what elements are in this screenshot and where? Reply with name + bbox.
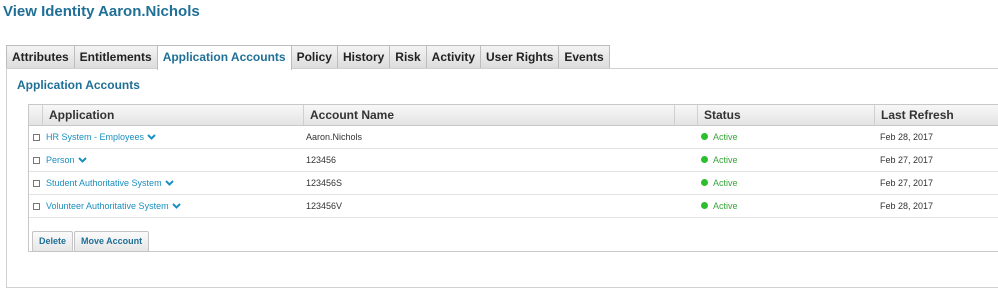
accounts-table: Application Account Name Status Last Ref… [28, 104, 998, 252]
tab-user-rights[interactable]: User Rights [480, 45, 560, 68]
account-name-cell: 123456 [306, 155, 337, 165]
application-cell: HR System - Employees [46, 126, 156, 148]
status-dot-icon [701, 201, 708, 209]
select-all-column [29, 105, 42, 125]
account-name-cell: Aaron.Nichols [306, 132, 363, 142]
status-cell: Active [701, 195, 738, 217]
tab-policy[interactable]: Policy [290, 45, 338, 68]
status-cell: Active [701, 172, 738, 194]
chevron-down-icon[interactable] [164, 172, 174, 194]
application-cell: Volunteer Authoritative System [46, 195, 181, 217]
row-checkbox[interactable] [33, 157, 40, 164]
application-cell: Person [46, 149, 87, 171]
table-row: Person 123456 Active Feb 27, 2017 [29, 149, 998, 172]
status-text: Active [713, 155, 738, 165]
table-row: Student Authoritative System 123456S Act… [29, 172, 998, 195]
last-refresh-cell: Feb 27, 2017 [880, 155, 934, 165]
column-header-application[interactable]: Application [42, 105, 303, 125]
page-title: View Identity Aaron.Nichols [3, 3, 200, 20]
status-cell: Active [701, 126, 738, 148]
application-link[interactable]: HR System - Employees [46, 132, 144, 142]
status-dot-icon [701, 155, 708, 163]
section-title: Application Accounts [17, 78, 140, 92]
tab-activity[interactable]: Activity [425, 45, 482, 68]
status-dot-icon [701, 178, 708, 186]
chevron-down-icon[interactable] [77, 149, 87, 171]
tab-application-accounts[interactable]: Application Accounts [156, 45, 292, 70]
last-refresh-cell: Feb 28, 2017 [880, 201, 934, 211]
table-row: HR System - Employees Aaron.Nichols Acti… [29, 126, 998, 149]
tab-history[interactable]: History [336, 45, 391, 68]
column-header-status[interactable]: Status [697, 105, 874, 125]
application-link[interactable]: Person [46, 155, 75, 165]
status-text: Active [713, 178, 738, 188]
move-account-button[interactable]: Move Account [74, 231, 150, 252]
tab-events[interactable]: Events [558, 45, 610, 68]
chevron-down-icon[interactable] [147, 126, 156, 148]
account-name-cell: 123456V [306, 201, 343, 211]
application-link[interactable]: Volunteer Authoritative System [46, 201, 169, 211]
column-header-account-name[interactable]: Account Name [303, 105, 674, 125]
status-text: Active [713, 201, 738, 211]
column-header-last-refresh[interactable]: Last Refresh [874, 105, 998, 125]
last-refresh-cell: Feb 28, 2017 [880, 132, 934, 142]
tab-risk[interactable]: Risk [389, 45, 427, 68]
column-header-spacer [674, 105, 697, 125]
tab-attributes[interactable]: Attributes [6, 45, 75, 68]
chevron-down-icon[interactable] [171, 195, 181, 217]
status-dot-icon [701, 132, 708, 140]
row-checkbox[interactable] [33, 180, 40, 187]
tab-panel: Application Accounts Application Account… [6, 68, 998, 288]
row-checkbox[interactable] [33, 203, 40, 210]
tab-entitlements[interactable]: Entitlements [73, 45, 158, 68]
table-row: Volunteer Authoritative System 123456V A… [29, 195, 998, 218]
application-cell: Student Authoritative System [46, 172, 174, 194]
table-header: Application Account Name Status Last Ref… [29, 105, 998, 126]
tab-bar: Attributes Entitlements Application Acco… [6, 45, 610, 70]
application-link[interactable]: Student Authoritative System [46, 178, 162, 188]
last-refresh-cell: Feb 27, 2017 [880, 178, 934, 188]
row-checkbox[interactable] [33, 134, 40, 141]
account-name-cell: 123456S [306, 178, 343, 188]
status-cell: Active [701, 149, 738, 171]
delete-button[interactable]: Delete [32, 231, 74, 252]
status-text: Active [713, 132, 738, 142]
